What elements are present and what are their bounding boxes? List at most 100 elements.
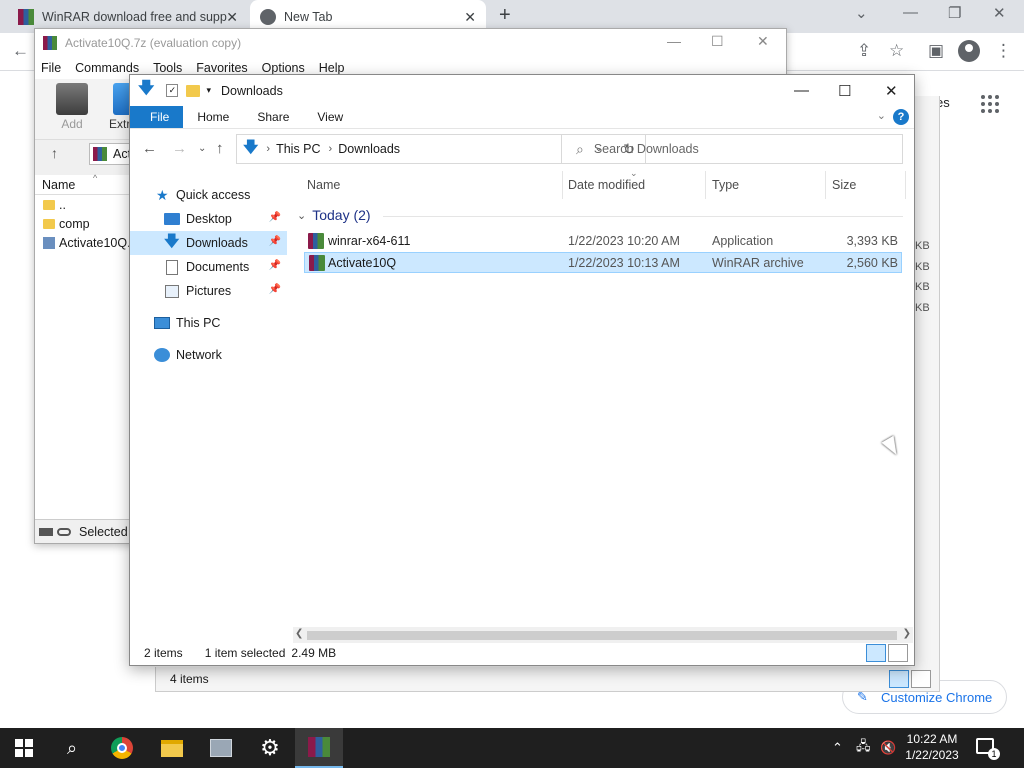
help-icon[interactable]: ? xyxy=(893,109,909,125)
column-header-name[interactable]: Name ^ xyxy=(35,173,131,195)
column-header-type[interactable]: Type xyxy=(712,171,826,199)
sidebar-label: Documents xyxy=(186,260,250,274)
size-fragment: KB xyxy=(915,261,930,273)
pin-icon[interactable]: 📌 xyxy=(269,260,281,271)
up-arrow-icon[interactable]: ↑ xyxy=(51,145,58,161)
details-view-icon[interactable] xyxy=(889,670,909,688)
back-arrow-icon[interactable]: ← xyxy=(142,140,157,157)
show-hidden-icons[interactable]: ⌃ xyxy=(832,728,843,768)
chevron-down-icon: ⌄ xyxy=(297,209,307,222)
side-panel-icon[interactable]: ▣ xyxy=(928,41,944,61)
sidebar-item-documents[interactable]: Documents 📌 xyxy=(130,255,287,279)
tab-view[interactable]: View xyxy=(303,106,357,128)
column-header-date[interactable]: Date modified ⌄ xyxy=(568,168,706,199)
minimize-icon[interactable]: — xyxy=(903,4,918,21)
table-row[interactable]: Activate10Q 1/22/2023 10:13 AM WinRAR ar… xyxy=(304,252,902,273)
new-tab-button[interactable]: + xyxy=(499,4,511,27)
pin-icon[interactable]: 📌 xyxy=(269,284,281,295)
scrollbar-thumb[interactable] xyxy=(307,631,897,640)
file-size: 2,560 KB xyxy=(846,256,898,270)
file-date: 1/22/2023 10:13 AM xyxy=(568,256,680,270)
close-icon[interactable]: ✕ xyxy=(993,4,1006,22)
search-box[interactable]: ⌕ Search Downloads xyxy=(561,134,903,164)
sidebar-item-desktop[interactable]: Desktop 📌 xyxy=(130,207,287,231)
pin-icon[interactable]: 📌 xyxy=(269,236,281,247)
network-tray-icon[interactable]: 🖧 xyxy=(856,728,871,768)
close-icon[interactable]: ✕ xyxy=(885,82,898,100)
recent-locations-icon[interactable]: ⌄ xyxy=(198,143,206,154)
maximize-icon[interactable]: ☐ xyxy=(711,33,724,50)
scroll-right-icon[interactable]: ❯ xyxy=(903,628,911,639)
scroll-left-icon[interactable]: ❮ xyxy=(295,628,303,639)
taskbar-chrome[interactable] xyxy=(98,728,146,768)
apps-grid-icon[interactable] xyxy=(981,95,999,113)
close-icon[interactable]: ✕ xyxy=(757,33,769,50)
menu-dots-icon[interactable]: ⋮ xyxy=(995,41,1012,61)
sidebar-item-pictures[interactable]: Pictures 📌 xyxy=(130,279,287,303)
explorer-title: Downloads xyxy=(220,83,283,98)
taskbar-file-explorer[interactable] xyxy=(148,728,196,768)
add-button[interactable]: Add xyxy=(52,83,92,131)
file-icon xyxy=(43,236,55,249)
pin-icon[interactable]: 📌 xyxy=(269,212,281,223)
tab-file[interactable]: File xyxy=(130,106,184,128)
breadcrumb-this-pc[interactable]: This PC xyxy=(276,142,320,156)
back-icon[interactable]: ← xyxy=(12,41,29,61)
expand-ribbon-icon[interactable]: ⌄ xyxy=(877,109,886,122)
up-arrow-icon[interactable]: ↑ xyxy=(216,140,224,157)
taskbar-app[interactable] xyxy=(197,728,245,768)
tiles-view-icon[interactable] xyxy=(911,670,931,688)
column-header-name[interactable]: Name xyxy=(307,171,563,199)
new-folder-icon[interactable] xyxy=(186,84,201,97)
winrar-title: Activate10Q.7z (evaluation copy) xyxy=(65,36,242,50)
menu-favorites[interactable]: Favorites xyxy=(196,61,247,75)
forward-arrow-icon[interactable]: → xyxy=(172,140,187,157)
menu-commands[interactable]: Commands xyxy=(75,61,139,75)
sidebar-item-network[interactable]: Network xyxy=(130,343,287,367)
properties-checkbox-icon[interactable]: ✓ xyxy=(166,84,179,97)
list-item[interactable]: Activate10Q.c xyxy=(35,233,131,252)
taskbar-winrar[interactable] xyxy=(295,728,343,768)
column-label: Name xyxy=(42,178,76,192)
restore-icon[interactable]: ❐ xyxy=(948,4,961,22)
menu-help[interactable]: Help xyxy=(319,61,345,75)
column-label: Size xyxy=(832,178,857,192)
bookmark-star-icon[interactable]: ☆ xyxy=(889,41,904,61)
list-item[interactable]: .. xyxy=(35,195,131,214)
menu-tools[interactable]: Tools xyxy=(153,61,182,75)
selection-count: 1 item selected xyxy=(204,646,286,660)
minimize-icon[interactable]: — xyxy=(794,82,809,99)
breadcrumb-downloads[interactable]: Downloads xyxy=(338,142,400,156)
tab-close-icon[interactable]: ✕ xyxy=(226,9,238,26)
tab-search-icon[interactable]: ⌄ xyxy=(855,4,868,22)
start-button[interactable] xyxy=(0,728,48,768)
clock-time: 10:22 AM xyxy=(906,732,958,746)
app-window-icon xyxy=(210,739,232,757)
sidebar-item-quick-access[interactable]: ★ Quick access xyxy=(130,183,287,207)
menu-options[interactable]: Options xyxy=(262,61,305,75)
tab-home[interactable]: Home xyxy=(183,106,243,128)
sidebar-item-downloads[interactable]: 🡇 Downloads 📌 xyxy=(130,231,287,255)
clock[interactable]: 10:22 AM 1/22/2023 xyxy=(900,731,964,763)
tab-share[interactable]: Share xyxy=(243,106,303,128)
search-button[interactable]: ⌕ xyxy=(48,728,96,768)
share-icon[interactable]: ⇪ xyxy=(857,41,871,61)
sidebar-item-this-pc[interactable]: This PC xyxy=(130,311,287,335)
qat-dropdown-icon[interactable]: ▾ xyxy=(206,85,211,96)
menu-file[interactable]: File xyxy=(41,61,61,75)
minimize-icon[interactable]: — xyxy=(667,33,681,49)
column-header-size[interactable]: Size xyxy=(832,171,906,199)
table-row[interactable]: winrar-x64-611 1/22/2023 10:20 AM Applic… xyxy=(304,231,902,252)
tiles-view-icon[interactable] xyxy=(888,644,908,662)
explorer-statusbar: 2 items 1 item selected 2.49 MB xyxy=(130,641,914,665)
details-view-icon[interactable] xyxy=(866,644,886,662)
gear-icon: ⚙ xyxy=(260,735,280,760)
tab-close-icon[interactable]: ✕ xyxy=(464,9,476,26)
profile-avatar-icon[interactable] xyxy=(958,40,980,62)
volume-mute-icon[interactable]: 🔇 xyxy=(880,728,896,768)
maximize-icon[interactable]: ☐ xyxy=(838,82,851,100)
group-header-today[interactable]: ⌄ Today (2) xyxy=(297,207,371,223)
item-name: Activate10Q.c xyxy=(59,235,131,250)
taskbar-settings[interactable]: ⚙ xyxy=(246,728,294,768)
list-item[interactable]: comp xyxy=(35,214,131,233)
